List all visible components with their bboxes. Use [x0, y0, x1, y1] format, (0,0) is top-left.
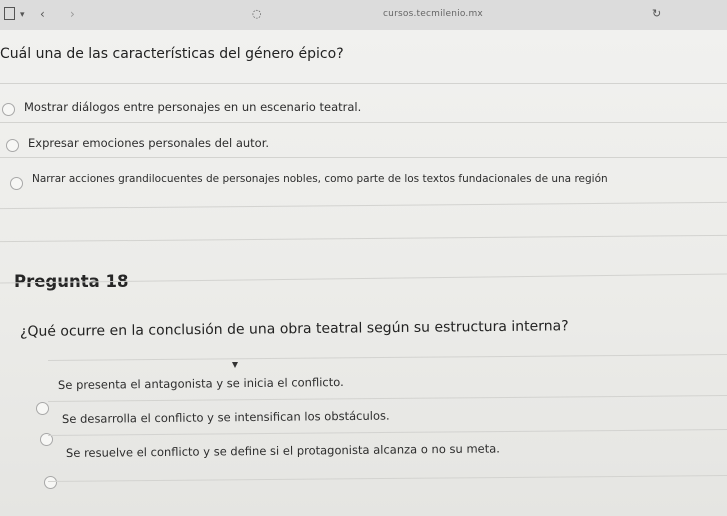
divider	[0, 122, 727, 123]
radio-option-1[interactable]	[2, 103, 15, 116]
mouse-cursor-icon	[232, 362, 238, 368]
reload-icon[interactable]: ↻	[652, 7, 661, 21]
divider	[0, 157, 727, 158]
forward-arrow-icon[interactable]: ›	[70, 7, 75, 21]
radio-option-1[interactable]	[36, 402, 49, 415]
divider	[0, 83, 727, 84]
question-text: Cuál una de las características del géne…	[0, 46, 344, 62]
sidebar-toggle-icon[interactable]	[4, 7, 15, 20]
option-label: Se presenta el antagonista y se inicia e…	[57, 375, 344, 392]
shield-icon: ◌	[252, 7, 262, 20]
option-label: Narrar acciones grandilocuentes de perso…	[32, 173, 608, 185]
address-bar[interactable]: cursos.tecmilenio.mx	[318, 9, 548, 23]
radio-option-3[interactable]	[10, 177, 23, 190]
radio-option-3[interactable]	[44, 476, 57, 489]
chevron-down-icon[interactable]: ▾	[20, 8, 25, 22]
radio-option-2[interactable]	[6, 139, 19, 152]
back-arrow-icon[interactable]: ‹	[40, 7, 45, 21]
option-label: Expresar emociones personales del autor.	[28, 136, 270, 150]
option-label: Mostrar diálogos entre personajes en un …	[24, 100, 362, 114]
browser-toolbar: ▾ ‹ › ◌ cursos.tecmilenio.mx ↻	[0, 0, 727, 31]
